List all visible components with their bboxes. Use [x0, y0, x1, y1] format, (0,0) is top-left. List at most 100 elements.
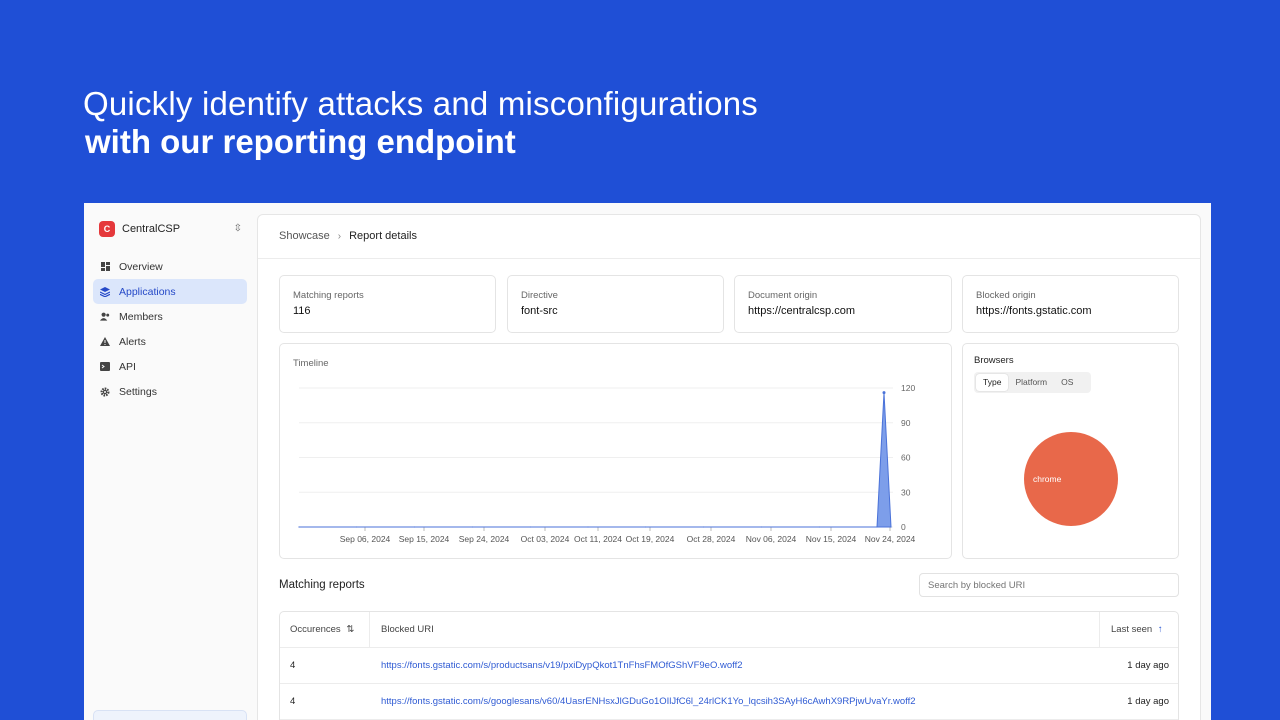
search-input[interactable] [919, 573, 1179, 597]
x-tick-label: Oct 11, 2024 [574, 534, 622, 544]
stat-label: Matching reports [293, 290, 364, 301]
gear-icon [100, 386, 110, 397]
column-divider [1099, 612, 1100, 648]
occurrences-cell: 4 [290, 660, 296, 671]
sidebar-item-label: Settings [119, 385, 157, 398]
breadcrumb-parent[interactable]: Showcase [279, 230, 330, 242]
y-tick-label: 90 [901, 418, 911, 428]
sidebar-footer-card[interactable] [93, 710, 247, 720]
sort-icon: ⇅ [346, 624, 355, 635]
column-divider [369, 612, 370, 648]
timeline-data-point [890, 526, 892, 528]
y-tick-label: 60 [901, 453, 911, 463]
y-tick-label: 30 [901, 487, 911, 497]
table-row[interactable]: 4 https://fonts.gstatic.com/s/productsan… [280, 648, 1178, 684]
x-tick-label: Nov 24, 2024 [865, 534, 916, 544]
occurrences-cell: 4 [290, 696, 296, 707]
last-seen-cell: 1 day ago [1127, 696, 1169, 707]
timeline-data-point [645, 526, 647, 528]
breadcrumb: Showcase › Report details [279, 230, 417, 242]
stat-card-document-origin: Document origin https://centralcsp.com [734, 275, 952, 333]
sidebar: C CentralCSP ⇳ Overview Applications Mem… [84, 203, 256, 720]
table-header-row: Occurences ⇅ Blocked URI Last seen ↑ [280, 612, 1178, 648]
y-tick-label: 0 [901, 522, 906, 532]
org-name: CentralCSP [122, 222, 181, 235]
last-seen-cell: 1 day ago [1127, 660, 1169, 671]
stat-card-blocked-origin: Blocked origin https://fonts.gstatic.com [962, 275, 1179, 333]
x-tick-label: Sep 06, 2024 [340, 534, 391, 544]
blocked-uri-link[interactable]: https://fonts.gstatic.com/s/productsans/… [381, 648, 743, 684]
stat-value: https://fonts.gstatic.com [976, 305, 1092, 317]
stat-value: 116 [293, 305, 311, 317]
stat-card-directive: Directive font-src [507, 275, 724, 333]
sidebar-nav: Overview Applications Members Alerts API… [93, 254, 247, 404]
app-window: C CentralCSP ⇳ Overview Applications Mem… [84, 203, 1211, 720]
timeline-data-point [471, 526, 473, 528]
sidebar-item-label: Applications [119, 285, 176, 298]
column-header-label: Occurences [290, 624, 341, 635]
stat-label: Directive [521, 290, 558, 301]
sidebar-item-settings[interactable]: Settings [93, 379, 247, 404]
x-tick-label: Sep 24, 2024 [459, 534, 510, 544]
timeline-data-point [529, 526, 531, 528]
users-icon [100, 312, 110, 322]
stat-label: Document origin [748, 290, 818, 301]
x-tick-label: Nov 06, 2024 [746, 534, 797, 544]
header-divider [258, 258, 1200, 259]
table-row[interactable]: 4 https://fonts.gstatic.com/s/googlesans… [280, 684, 1178, 720]
blocked-uri-link[interactable]: https://fonts.gstatic.com/s/googlesans/v… [381, 684, 916, 720]
matching-reports-title: Matching reports [279, 579, 365, 591]
pie-slice-label: chrome [1033, 474, 1062, 484]
sidebar-item-applications[interactable]: Applications [93, 279, 247, 304]
main-panel: Showcase › Report details Matching repor… [257, 214, 1201, 720]
timeline-chart: 0 30 60 90 120 Sep 06, 2024 Sep 15, 2024 Sep 24… [298, 383, 916, 544]
column-header-blocked-uri[interactable]: Blocked URI [381, 612, 434, 648]
chevron-right-icon: › [337, 230, 342, 242]
stat-card-matching-reports: Matching reports 116 [279, 275, 496, 333]
x-tick-label: Oct 28, 2024 [687, 534, 736, 544]
stat-value: https://centralcsp.com [748, 305, 855, 317]
sidebar-item-api[interactable]: API [93, 354, 247, 379]
layers-icon [100, 286, 110, 297]
hero-headline: Quickly identify attacks and misconfigur… [83, 84, 758, 160]
terminal-icon [100, 362, 110, 372]
timeline-area-series [299, 392, 892, 528]
breadcrumb-current: Report details [349, 230, 417, 242]
hero-line-2: with our reporting endpoint [85, 123, 516, 160]
sidebar-item-label: Overview [119, 260, 163, 273]
browsers-card: Browsers Type Platform OS chrome [962, 343, 1179, 559]
org-switcher[interactable]: C CentralCSP ⇳ [99, 220, 242, 237]
column-header-label: Last seen [1111, 624, 1153, 635]
sidebar-item-overview[interactable]: Overview [93, 254, 247, 279]
sidebar-item-label: Alerts [119, 335, 146, 348]
timeline-data-point [882, 391, 886, 395]
org-logo: C [99, 220, 115, 237]
sidebar-item-members[interactable]: Members [93, 304, 247, 329]
stat-label: Blocked origin [976, 290, 1036, 301]
column-header-last-seen[interactable]: Last seen ↑ [1111, 612, 1163, 648]
sidebar-item-label: Members [119, 310, 163, 323]
hero-line-1: Quickly identify attacks and misconfigur… [83, 85, 759, 122]
timeline-data-point [818, 526, 820, 528]
timeline-data-point [876, 526, 878, 528]
timeline-data-point [414, 526, 416, 528]
x-tick-label: Oct 19, 2024 [626, 534, 675, 544]
sidebar-item-alerts[interactable]: Alerts [93, 329, 247, 354]
timeline-data-point [356, 526, 358, 528]
browsers-pie-chart: chrome [1024, 432, 1118, 526]
sidebar-item-label: API [119, 360, 136, 373]
x-tick-label: Nov 15, 2024 [806, 534, 857, 544]
grid-icon [100, 262, 110, 272]
x-tick-label: Sep 15, 2024 [399, 534, 450, 544]
reports-table: Occurences ⇅ Blocked URI Last seen ↑ 4 h… [279, 611, 1179, 720]
sort-ascending-icon: ↑ [1157, 624, 1163, 635]
stat-value: font-src [521, 305, 558, 317]
timeline-data-point [587, 526, 589, 528]
timeline-data-point [760, 526, 762, 528]
timeline-data-point [298, 526, 300, 528]
timeline-card: Timeline 0 30 60 90 120 Sep 06, 2024 Sep 15, 2… [279, 343, 952, 559]
chevron-up-down-icon: ⇳ [233, 223, 242, 234]
column-header-occurrences[interactable]: Occurences ⇅ [290, 612, 354, 648]
timeline-data-point [703, 526, 705, 528]
warning-icon [100, 337, 110, 347]
